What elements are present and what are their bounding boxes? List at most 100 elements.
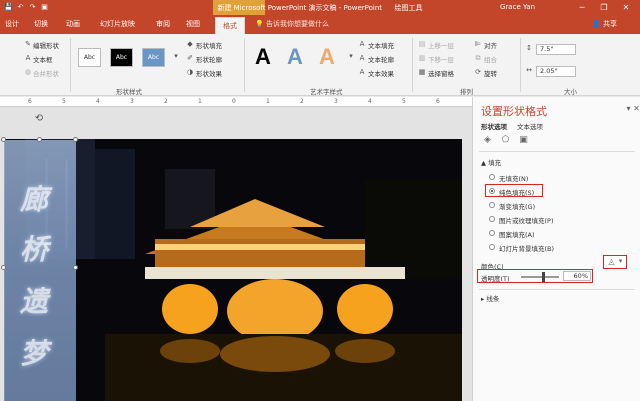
- picture-fill-label[interactable]: 图片或纹理填充(P): [499, 215, 554, 225]
- gradient-fill-label[interactable]: 渐变填充(G): [499, 201, 535, 211]
- tab-design[interactable]: 设计: [5, 19, 19, 29]
- width-input[interactable]: 2.05": [536, 66, 576, 77]
- edit-shape-button[interactable]: 编辑形状: [33, 40, 59, 50]
- transparency-slider-thumb[interactable]: [542, 272, 546, 282]
- wordart-black[interactable]: A: [255, 44, 271, 70]
- resize-handle[interactable]: [73, 265, 78, 270]
- share-button[interactable]: 👤 共享: [592, 19, 617, 29]
- vertical-text-char: 遗: [20, 285, 49, 318]
- wordart-orange[interactable]: A: [319, 44, 335, 70]
- rotate-button[interactable]: 旋转: [484, 68, 497, 78]
- divider: [479, 289, 635, 290]
- no-fill-radio[interactable]: [489, 174, 495, 180]
- gradient-fill-radio[interactable]: [489, 202, 495, 208]
- merge-shapes-button[interactable]: 合并形状: [33, 68, 59, 78]
- pattern-fill-label[interactable]: 图案填充(A): [499, 229, 535, 239]
- pattern-fill-radio[interactable]: [489, 230, 495, 236]
- separator: [70, 38, 71, 92]
- shape-effects-button[interactable]: 形状效果: [196, 68, 222, 78]
- align-icon: ⊫: [474, 40, 482, 48]
- slide-background-fill-label[interactable]: 幻灯片背景填充(B): [499, 243, 554, 253]
- ruler-number: 3: [334, 98, 338, 105]
- text-effects-icon: A: [359, 68, 365, 76]
- style-swatch-blue[interactable]: Abc: [142, 48, 165, 67]
- divider: [479, 151, 635, 152]
- tab-view[interactable]: 视图: [186, 19, 200, 29]
- text-outline-button[interactable]: 文本轮廓: [368, 54, 394, 64]
- resize-handle[interactable]: [1, 265, 6, 270]
- text-effects-button[interactable]: 文本效果: [368, 68, 394, 78]
- resize-handle[interactable]: [73, 137, 78, 142]
- minimize-icon[interactable]: ─: [576, 2, 588, 13]
- tab-review[interactable]: 审阅: [156, 19, 170, 29]
- shape-fill-icon: ◆: [187, 40, 193, 48]
- tab-slideshow[interactable]: 幻灯片放映: [100, 19, 135, 29]
- ruler-number: 6: [436, 98, 440, 105]
- slide-editor: 廊 桥 遗 梦 ⟲: [0, 107, 472, 401]
- ribbon-tab-bar: 设计 切换 动画 幻灯片放映 审阅 视图 格式 💡 告诉我你想要做什么 👤 共享: [0, 15, 640, 34]
- tab-transitions[interactable]: 切换: [34, 19, 48, 29]
- shape-outline-icon: ✐: [187, 54, 193, 62]
- height-input[interactable]: 7.5": [536, 44, 576, 55]
- tell-me-text: 告诉我你想要做什么: [265, 20, 329, 28]
- selection-pane-button[interactable]: 选择窗格: [428, 68, 454, 78]
- group-icon: ⧉: [475, 54, 481, 62]
- tab-animations[interactable]: 动画: [66, 19, 80, 29]
- share-label: 共享: [602, 20, 617, 28]
- transparency-label: 透明度(T): [481, 275, 510, 283]
- transparency-input[interactable]: 60%: [563, 271, 591, 281]
- vertical-text-char: 梦: [20, 337, 49, 370]
- ruler-number: 4: [96, 98, 100, 105]
- shape-outline-button[interactable]: 形状轮廓: [196, 54, 222, 64]
- user-name[interactable]: Grace Yan: [500, 3, 535, 11]
- more-wordart-icon[interactable]: ▾: [347, 52, 355, 60]
- shape-fill-button[interactable]: 形状填充: [196, 40, 222, 50]
- selection-pane-icon: ▦: [418, 68, 426, 76]
- tab-shape-options[interactable]: 形状选项: [481, 121, 507, 131]
- ruler-number: 2: [300, 98, 304, 105]
- group-label-wordart: 艺术字样式: [310, 88, 343, 96]
- fill-section-header[interactable]: ▲ 填充: [481, 157, 501, 167]
- resize-handle[interactable]: [1, 137, 6, 142]
- effects-icon[interactable]: ⬠: [500, 135, 511, 146]
- rotate-icon: ⟳: [475, 68, 481, 76]
- no-fill-label[interactable]: 无填充(N): [499, 173, 528, 183]
- send-backward-button[interactable]: 下移一层: [428, 54, 454, 64]
- transparency-slider[interactable]: [521, 272, 559, 282]
- send-backward-icon: ▥: [418, 54, 426, 62]
- slide-background-fill-radio[interactable]: [489, 244, 495, 250]
- close-icon[interactable]: ✕: [620, 2, 632, 13]
- bring-forward-icon: ▤: [418, 40, 426, 48]
- vertical-text-char: 廊: [20, 183, 49, 216]
- close-pane-icon[interactable]: ✕: [631, 103, 640, 114]
- color-picker-button[interactable]: ◬ ▾: [603, 255, 627, 269]
- width-icon: ↔: [526, 66, 532, 74]
- selected-textbox[interactable]: 廊 桥 遗 梦: [4, 140, 76, 401]
- restore-icon[interactable]: ❐: [598, 2, 610, 13]
- tab-format[interactable]: 格式: [215, 17, 245, 34]
- bring-forward-button[interactable]: 上移一层: [428, 40, 454, 50]
- fill-line-icon[interactable]: ◈: [482, 135, 493, 146]
- ruler-number: 2: [164, 98, 168, 105]
- group-button[interactable]: 组合: [484, 54, 497, 64]
- text-box-button[interactable]: 文本框: [33, 54, 53, 64]
- separator: [520, 38, 521, 92]
- rotate-handle-icon[interactable]: ⟲: [34, 114, 44, 125]
- line-section-header[interactable]: ▸ 线条: [481, 293, 499, 303]
- style-swatch-black[interactable]: Abc: [110, 48, 133, 67]
- picture-fill-radio[interactable]: [489, 216, 495, 222]
- horizontal-ruler: 6 5 4 3 2 1 0 1 2 3 4 5 6: [0, 97, 472, 107]
- vertical-text-char: 桥: [20, 233, 49, 266]
- resize-handle[interactable]: [37, 137, 42, 142]
- line-section-label: 线条: [486, 295, 500, 303]
- ruler-number: 5: [62, 98, 66, 105]
- text-fill-button[interactable]: 文本填充: [368, 40, 394, 50]
- size-properties-icon[interactable]: ▣: [518, 135, 529, 146]
- align-button[interactable]: 对齐: [484, 40, 497, 50]
- more-styles-icon[interactable]: ▾: [172, 52, 180, 60]
- wordart-blue[interactable]: A: [287, 44, 303, 70]
- tell-me-search[interactable]: 💡 告诉我你想要做什么: [255, 19, 329, 29]
- style-swatch-white[interactable]: Abc: [78, 48, 101, 67]
- tab-text-options[interactable]: 文本选项: [517, 121, 543, 131]
- format-shape-pane: 设置形状格式 ▾ ✕ 形状选项 文本选项 ◈ ⬠ ▣ ▲ 填充 无填充(N) 纯…: [472, 97, 640, 401]
